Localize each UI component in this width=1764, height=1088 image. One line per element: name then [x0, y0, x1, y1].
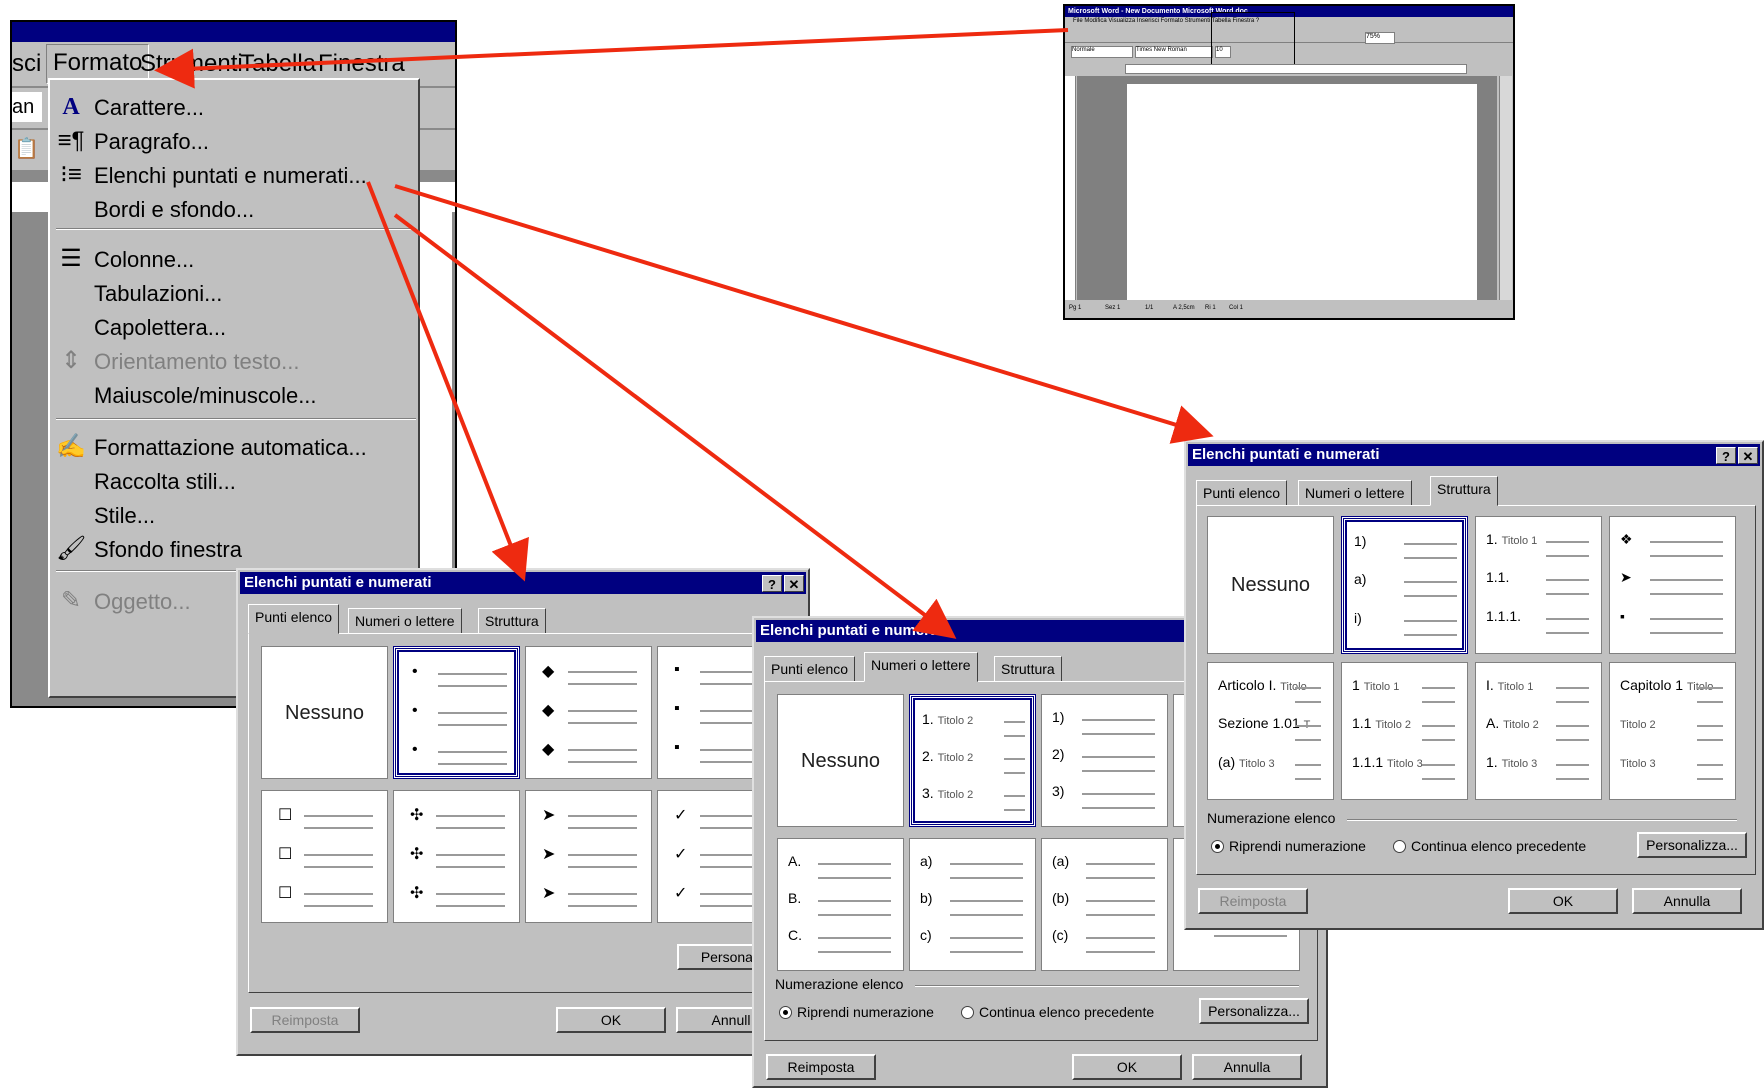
tab-outline[interactable]: Struttura	[1430, 476, 1498, 506]
tab-bullets[interactable]: Punti elenco	[248, 604, 340, 634]
tab-numbers[interactable]: Numeri o lettere	[864, 652, 978, 682]
arrow-to-numbers-dialog	[393, 213, 957, 639]
arrow-to-outline-dialog	[394, 184, 1214, 444]
annotation-arrows	[154, 28, 1214, 639]
arrow-to-bullets-dialog	[366, 181, 529, 582]
arrow-to-formato	[154, 28, 1069, 89]
